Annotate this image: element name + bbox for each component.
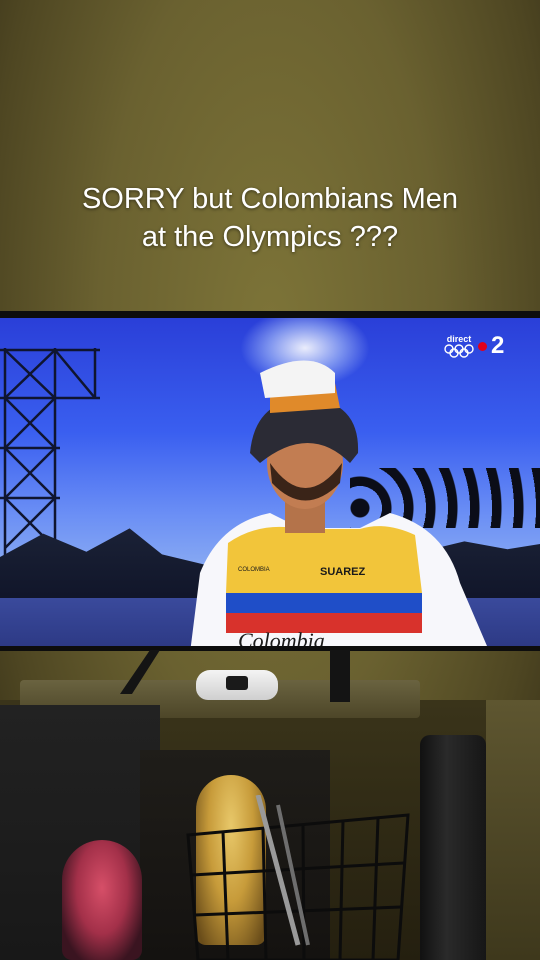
caption-line-2: at the Olympics ??? <box>141 221 399 253</box>
caption-overlay: SORRY but Colombians Men at the Olympics… <box>20 180 520 256</box>
wall-right-corner <box>486 700 540 960</box>
tv-stand-leg-right <box>330 650 350 702</box>
broadcast-logo: direct 2 <box>444 334 504 358</box>
live-label: direct <box>446 333 472 344</box>
olympic-rings-icon <box>444 343 474 358</box>
tv-screen: SUAREZ COLOMBIA Colombia direct 2 <box>0 318 540 646</box>
wire-basket <box>186 795 410 960</box>
photo-scene: SORRY but Colombians Men at the Olympics… <box>0 0 540 960</box>
jersey-team-text: Colombia <box>238 628 325 646</box>
pink-figurine <box>62 840 142 960</box>
jersey-country-small: COLOMBIA <box>238 567 270 573</box>
cyclist: SUAREZ COLOMBIA Colombia <box>190 360 487 646</box>
france2-dot-icon <box>478 341 487 351</box>
controller-touchpad <box>226 676 248 690</box>
game-controller <box>196 670 278 700</box>
caption-line-1: SORRY but Colombians Men <box>81 183 459 215</box>
channel-number: 2 <box>491 332 505 359</box>
jersey-name-label: SUAREZ <box>320 566 366 578</box>
tv-stand-leg-left <box>120 650 160 694</box>
game-console <box>420 735 486 960</box>
